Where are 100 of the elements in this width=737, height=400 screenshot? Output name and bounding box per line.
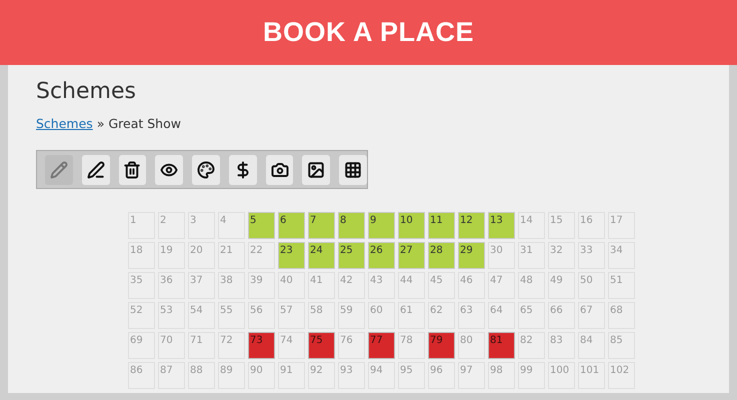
seat[interactable]: 69 [128, 332, 155, 359]
seat[interactable]: 67 [578, 302, 605, 329]
seat[interactable]: 54 [188, 302, 215, 329]
toolbar-button[interactable] [302, 154, 330, 184]
seat[interactable]: 79 [428, 332, 455, 359]
seat[interactable]: 89 [218, 362, 245, 389]
seat[interactable]: 44 [398, 272, 425, 299]
seat[interactable]: 40 [278, 272, 305, 299]
seat[interactable]: 4 [218, 212, 245, 239]
seat[interactable]: 34 [608, 242, 635, 269]
seat[interactable]: 15 [548, 212, 575, 239]
toolbar-button[interactable] [339, 154, 368, 184]
seat[interactable]: 43 [368, 272, 395, 299]
seat[interactable]: 2 [158, 212, 185, 239]
seat[interactable]: 47 [488, 272, 515, 299]
seat[interactable]: 30 [488, 242, 515, 269]
seat[interactable]: 33 [578, 242, 605, 269]
seat[interactable]: 97 [458, 362, 485, 389]
seat[interactable]: 76 [338, 332, 365, 359]
seat[interactable]: 102 [608, 362, 635, 389]
seat[interactable]: 35 [128, 272, 155, 299]
seat[interactable]: 65 [518, 302, 545, 329]
toolbar-button[interactable] [82, 154, 110, 184]
seat[interactable]: 38 [218, 272, 245, 299]
seat[interactable]: 95 [398, 362, 425, 389]
seat[interactable]: 29 [458, 242, 485, 269]
seat[interactable]: 52 [128, 302, 155, 329]
seat[interactable]: 8 [338, 212, 365, 239]
seat[interactable]: 27 [398, 242, 425, 269]
seat[interactable]: 22 [248, 242, 275, 269]
seat[interactable]: 21 [218, 242, 245, 269]
seat[interactable]: 99 [518, 362, 545, 389]
seat[interactable]: 73 [248, 332, 275, 359]
seat[interactable]: 53 [158, 302, 185, 329]
seat[interactable]: 62 [428, 302, 455, 329]
seat[interactable]: 42 [338, 272, 365, 299]
toolbar-button[interactable] [118, 154, 146, 184]
seat[interactable]: 84 [578, 332, 605, 359]
seat[interactable]: 58 [308, 302, 335, 329]
seat[interactable]: 61 [398, 302, 425, 329]
seat[interactable]: 66 [548, 302, 575, 329]
seat[interactable]: 72 [218, 332, 245, 359]
seat[interactable]: 56 [248, 302, 275, 329]
seat[interactable]: 5 [248, 212, 275, 239]
seat[interactable]: 11 [428, 212, 455, 239]
seat[interactable]: 71 [188, 332, 215, 359]
seat[interactable]: 83 [548, 332, 575, 359]
seat[interactable]: 45 [428, 272, 455, 299]
seat[interactable]: 31 [518, 242, 545, 269]
seat[interactable]: 88 [188, 362, 215, 389]
seat[interactable]: 19 [158, 242, 185, 269]
seat[interactable]: 6 [278, 212, 305, 239]
seat[interactable]: 92 [308, 362, 335, 389]
seat[interactable]: 9 [368, 212, 395, 239]
seat[interactable]: 77 [368, 332, 395, 359]
seat[interactable]: 17 [608, 212, 635, 239]
seat[interactable]: 75 [308, 332, 335, 359]
seat[interactable]: 91 [278, 362, 305, 389]
seat[interactable]: 57 [278, 302, 305, 329]
seat[interactable]: 41 [308, 272, 335, 299]
seat[interactable]: 25 [338, 242, 365, 269]
seat[interactable]: 60 [368, 302, 395, 329]
seat[interactable]: 81 [488, 332, 515, 359]
seat[interactable]: 14 [518, 212, 545, 239]
seat[interactable]: 48 [518, 272, 545, 299]
seat[interactable]: 87 [158, 362, 185, 389]
seat[interactable]: 55 [218, 302, 245, 329]
seat[interactable]: 18 [128, 242, 155, 269]
seat[interactable]: 80 [458, 332, 485, 359]
seat[interactable]: 20 [188, 242, 215, 269]
breadcrumb-link[interactable]: Schemes [36, 116, 93, 131]
toolbar-button[interactable] [155, 154, 184, 184]
toolbar-button[interactable] [266, 154, 294, 184]
seat[interactable]: 78 [398, 332, 425, 359]
seat[interactable]: 36 [158, 272, 185, 299]
seat[interactable]: 59 [338, 302, 365, 329]
seat[interactable]: 7 [308, 212, 335, 239]
toolbar-button[interactable] [192, 154, 220, 184]
seat[interactable]: 74 [278, 332, 305, 359]
seat[interactable]: 85 [608, 332, 635, 359]
seat[interactable]: 93 [338, 362, 365, 389]
seat[interactable]: 13 [488, 212, 515, 239]
seat[interactable]: 86 [128, 362, 155, 389]
seat[interactable]: 94 [368, 362, 395, 389]
seat[interactable]: 16 [578, 212, 605, 239]
seat[interactable]: 23 [278, 242, 305, 269]
seat[interactable]: 50 [578, 272, 605, 299]
seat[interactable]: 3 [188, 212, 215, 239]
seat[interactable]: 49 [548, 272, 575, 299]
seat[interactable]: 46 [458, 272, 485, 299]
seat[interactable]: 100 [548, 362, 575, 389]
seat[interactable]: 82 [518, 332, 545, 359]
seat[interactable]: 10 [398, 212, 425, 239]
seat[interactable]: 64 [488, 302, 515, 329]
toolbar-button[interactable] [228, 154, 257, 184]
seat[interactable]: 12 [458, 212, 485, 239]
seat[interactable]: 26 [368, 242, 395, 269]
seat[interactable]: 37 [188, 272, 215, 299]
seat[interactable]: 51 [608, 272, 635, 299]
seat[interactable]: 1 [128, 212, 155, 239]
